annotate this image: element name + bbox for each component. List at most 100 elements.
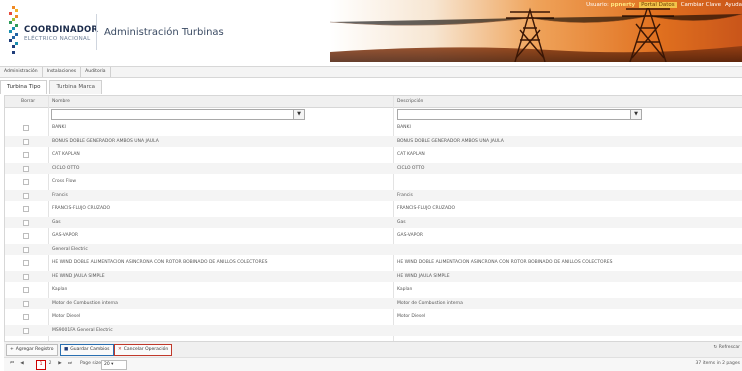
cell-name[interactable]: CAT KAPLAN	[52, 152, 80, 157]
name-filter-input[interactable]	[51, 109, 303, 120]
page-number-2[interactable]: 2	[46, 360, 54, 368]
cell-description[interactable]: CAT KAPLAN	[397, 152, 425, 157]
page-number-current[interactable]: 1	[36, 360, 46, 370]
row-delete-checkbox[interactable]	[23, 192, 29, 199]
row-delete-checkbox[interactable]	[23, 165, 29, 172]
row-delete-checkbox[interactable]	[23, 300, 29, 307]
cell-name[interactable]: BANKI	[52, 125, 66, 130]
cell-description[interactable]: Gas	[397, 220, 406, 225]
table-row[interactable]: FRANCIS-FLUJO CRUZADO FRANCIS-FLUJO CRUZA…	[5, 203, 742, 214]
table-row[interactable]: Kaplan Kaplan	[5, 284, 742, 295]
cell-description[interactable]: Motor de Combustion interna	[397, 301, 463, 306]
table-row[interactable]: HE WIND DOBLE ALIMENTACION ASINCRONA CON…	[5, 257, 742, 268]
description-filter-input[interactable]	[397, 109, 639, 120]
previous-page-button[interactable]: ◀	[18, 360, 26, 368]
row-delete-checkbox[interactable]	[23, 125, 29, 131]
cell-name[interactable]: Gas	[52, 220, 61, 225]
cell-name[interactable]: Cross Flow	[52, 179, 76, 184]
cell-description[interactable]: Francis	[397, 193, 413, 198]
table-row[interactable]: HE WIND JAULA SIMPLE HE WIND JAULA SIMPLE	[5, 270, 742, 282]
cell-name[interactable]: BONUS DOBLE GENERADOR AMBOS UNA JAULA	[52, 139, 159, 144]
row-delete-checkbox[interactable]	[23, 233, 29, 239]
table-row[interactable]: BANKI BANKI	[5, 122, 742, 133]
cell-description[interactable]: HE WIND JAULA SIMPLE	[397, 274, 450, 279]
cell-name[interactable]: General Electric	[52, 247, 88, 252]
row-delete-checkbox[interactable]	[23, 273, 29, 280]
row-delete-checkbox[interactable]	[23, 138, 29, 145]
previous-page-icon: ◀	[20, 361, 24, 366]
cell-description[interactable]: BONUS DOBLE GENERADOR AMBOS UNA JAULA	[397, 139, 504, 144]
grid-pager: ⏮ ◀ 1 2 ▶ ⏭ Page size: 20 ▾ 37 items in …	[4, 357, 742, 371]
table-row[interactable]: GAS-VAPOR GAS-VAPOR	[5, 230, 742, 241]
cell-name[interactable]: Motor Diesel	[52, 314, 80, 319]
user-info: Usuario: ppnerty	[586, 2, 635, 8]
menu-item-auditoria[interactable]: Auditoría	[81, 67, 111, 77]
row-delete-checkbox[interactable]	[23, 179, 29, 185]
cell-name[interactable]: CICLO OTTO	[52, 166, 79, 171]
column-header-description[interactable]: Descripción	[397, 99, 423, 104]
page-size-label: Page size:	[80, 361, 103, 366]
cell-description[interactable]: Motor Diesel	[397, 314, 425, 319]
row-delete-checkbox[interactable]	[23, 152, 29, 158]
cell-name[interactable]: Francis	[52, 193, 68, 198]
cell-name[interactable]: HE WIND JAULA SIMPLE	[52, 274, 105, 279]
grid-header: Borrar Nombre Descripción	[5, 96, 742, 108]
row-delete-checkbox[interactable]	[23, 314, 29, 320]
column-header-name[interactable]: Nombre	[52, 99, 70, 104]
page-size-select[interactable]: 20 ▾	[101, 360, 127, 370]
row-delete-checkbox[interactable]	[23, 287, 29, 293]
table-row[interactable]: MS9001FA General Electric	[5, 324, 742, 336]
cell-name[interactable]: Kaplan	[52, 287, 67, 292]
user-name[interactable]: ppnerty	[611, 2, 635, 8]
cell-name[interactable]: MS9001FA General Electric	[52, 328, 113, 333]
cancel-operation-button[interactable]: ✕ Cancelar Operación	[114, 344, 173, 356]
cell-description[interactable]: GAS-VAPOR	[397, 233, 423, 238]
menu-item-administracion[interactable]: Administración	[0, 67, 43, 77]
pager-info: 37 items in 2 pages	[695, 361, 740, 366]
cancel-operation-label: Cancelar Operación	[123, 347, 169, 352]
table-row[interactable]: Cross Flow	[5, 176, 742, 187]
next-page-button[interactable]: ▶	[56, 360, 64, 368]
add-record-button[interactable]: + Agregar Registro	[6, 344, 58, 356]
nav-item-portal[interactable]: Portal Datos	[639, 2, 677, 8]
tab-turbina-tipo[interactable]: Turbina Tipo	[0, 80, 48, 94]
table-row[interactable]: CAT KAPLAN CAT KAPLAN	[5, 149, 742, 160]
table-row[interactable]: CICLO OTTO CICLO OTTO	[5, 162, 742, 174]
add-record-label: Agregar Registro	[15, 347, 54, 352]
row-delete-checkbox[interactable]	[23, 246, 29, 253]
cell-description[interactable]: BANKI	[397, 125, 411, 130]
cell-description[interactable]: Kaplan	[397, 287, 412, 292]
cell-name[interactable]: Motor de Combustion interna	[52, 301, 118, 306]
last-page-button[interactable]: ⏭	[66, 360, 74, 368]
app-header: COORDINADOR ELÉCTRICO NACIONAL Administr…	[0, 0, 742, 62]
save-changes-button[interactable]: ■ Guardar Cambios	[60, 344, 114, 356]
name-filter-button[interactable]: ▼	[293, 109, 305, 120]
column-header-delete[interactable]: Borrar	[21, 99, 35, 104]
description-filter-button[interactable]: ▼	[630, 109, 642, 120]
cell-name[interactable]: HE WIND DOBLE ALIMENTACION ASINCRONA CON…	[52, 260, 267, 265]
nav-item-change-password[interactable]: Cambiar Clave	[681, 2, 721, 8]
first-page-button[interactable]: ⏮	[8, 360, 16, 368]
logo-subtitle: ELÉCTRICO NACIONAL	[24, 36, 91, 42]
table-row[interactable]: Motor de Combustion interna Motor de Comb…	[5, 297, 742, 309]
nav-item-help[interactable]: Ayuda	[725, 2, 742, 8]
table-row[interactable]: Motor Diesel Motor Diesel	[5, 311, 742, 322]
table-row[interactable]: BONUS DOBLE GENERADOR AMBOS UNA JAULA BON…	[5, 135, 742, 147]
table-row[interactable]: General Electric	[5, 243, 742, 255]
cell-description[interactable]: FRANCIS-FLUJO CRUZADO	[397, 206, 455, 211]
cell-name[interactable]: GAS-VAPOR	[52, 233, 78, 238]
table-row[interactable]: Francis Francis	[5, 189, 742, 201]
row-delete-checkbox[interactable]	[23, 260, 29, 266]
refresh-button[interactable]: ↻ Refrescar	[714, 345, 740, 350]
cell-name[interactable]: FRANCIS-FLUJO CRUZADO	[52, 206, 110, 211]
row-delete-checkbox[interactable]	[23, 206, 29, 212]
row-delete-checkbox[interactable]	[23, 327, 29, 334]
row-delete-checkbox[interactable]	[23, 219, 29, 226]
cell-description[interactable]: HE WIND DOBLE ALIMENTACION ASINCRONA CON…	[397, 260, 612, 265]
filter-icon: ▼	[634, 111, 638, 117]
save-changes-label: Guardar Cambios	[70, 347, 110, 352]
tab-turbina-marca[interactable]: Turbina Marca	[49, 80, 103, 94]
menu-item-instalaciones[interactable]: Instalaciones	[43, 67, 82, 77]
cell-description[interactable]: CICLO OTTO	[397, 166, 424, 171]
table-row[interactable]: Gas Gas	[5, 216, 742, 228]
